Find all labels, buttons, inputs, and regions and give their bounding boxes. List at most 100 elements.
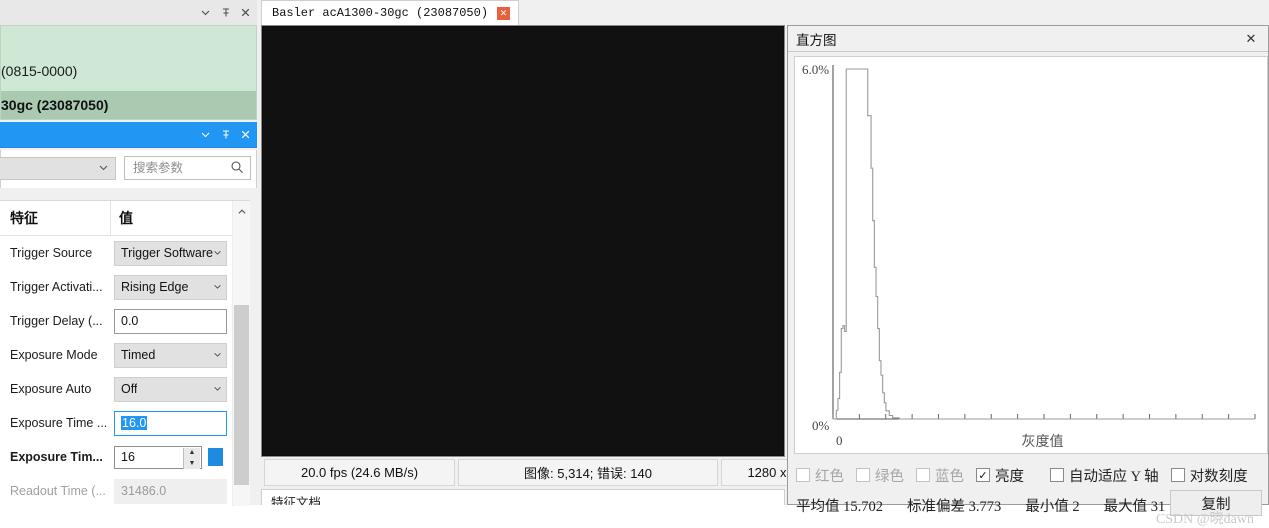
column-header-feature: 特征	[10, 210, 38, 226]
feature-name: Exposure Tim...	[10, 450, 103, 464]
checkbox-box	[916, 468, 930, 482]
camera-image-canvas[interactable]	[261, 25, 785, 457]
search-parameters-box[interactable]	[124, 156, 251, 180]
exposure-time-slider-thumb[interactable]	[208, 448, 223, 466]
trigger-activation-combo[interactable]: Rising Edge	[114, 274, 227, 300]
stepper-up-icon[interactable]: ▲	[189, 449, 196, 456]
stat-mean-label: 平均值	[796, 498, 840, 515]
checkbox-luminance[interactable]: ✓ 亮度	[976, 465, 1024, 486]
search-input[interactable]	[131, 160, 230, 176]
table-row[interactable]: Exposure Auto Off	[0, 372, 250, 406]
chevron-down-icon	[213, 348, 222, 362]
search-icon	[230, 160, 244, 177]
features-panel-header	[0, 122, 257, 148]
feature-value[interactable]: 16 ▲ ▼	[110, 440, 250, 474]
feature-name: Trigger Source	[10, 246, 93, 260]
tab-close-icon[interactable]: ✕	[497, 6, 511, 20]
exposure-time-stepper[interactable]: 16 ▲ ▼	[114, 445, 202, 469]
status-bar: 20.0 fps (24.6 MB/s) 图像: 5,314; 错误: 140 …	[261, 459, 831, 487]
exposure-mode-combo[interactable]: Timed	[114, 342, 227, 368]
histogram-curve	[832, 65, 1256, 420]
table-row: Readout Time (... 31486.0	[0, 474, 250, 508]
device-tree[interactable]: (0815-0000) 30gc (23087050)	[0, 25, 257, 120]
checkbox-label: 蓝色	[935, 468, 964, 485]
scrollbar-thumb[interactable]	[234, 305, 249, 485]
device-panel-header	[0, 0, 257, 26]
checkbox-red[interactable]: 红色	[796, 465, 844, 486]
checkbox-log-scale[interactable]: 对数刻度	[1170, 465, 1248, 486]
tab-label: Basler acA1300-30gc (23087050)	[272, 6, 489, 20]
checkbox-box	[1050, 468, 1064, 482]
chevron-down-icon	[213, 280, 222, 294]
device-tree-item-selected[interactable]: 30gc (23087050)	[1, 91, 256, 119]
feature-value[interactable]: Timed	[110, 338, 250, 372]
feature-name: Trigger Activati...	[10, 280, 103, 294]
table-row[interactable]: Trigger Activati... Rising Edge	[0, 270, 250, 304]
combo-value: Off	[121, 382, 138, 396]
table-row[interactable]: Exposure Time ... 16.0	[0, 406, 250, 440]
readonly-value: 31486.0	[121, 484, 167, 498]
column-header-value: 值	[110, 201, 250, 235]
checkbox-label: 亮度	[995, 468, 1024, 485]
features-scrollbar[interactable]	[232, 201, 250, 506]
image-tabbar: Basler acA1300-30gc (23087050) ✕	[261, 0, 1269, 25]
trigger-source-combo[interactable]: Trigger Software	[114, 240, 227, 266]
device-tree-item-label: 30gc (23087050)	[1, 97, 109, 113]
close-icon[interactable]	[237, 4, 254, 21]
feature-value[interactable]: 16.0	[110, 406, 250, 440]
stat-mean-value: 15.702	[843, 498, 883, 515]
histogram-channel-checkboxes: 红色 绿色 蓝色 ✓ 亮度 自动适应 Y 轴 对数刻度	[796, 463, 1266, 487]
table-row[interactable]: Trigger Delay (... 0.0	[0, 304, 250, 338]
checkbox-label: 自动适应 Y 轴	[1069, 468, 1159, 485]
feature-value: 31486.0	[110, 474, 250, 508]
device-tree-item[interactable]: (0815-0000)	[1, 51, 256, 91]
pin-icon[interactable]	[217, 126, 234, 143]
tab-camera-view[interactable]: Basler acA1300-30gc (23087050) ✕	[261, 0, 520, 25]
left-dock: (0815-0000) 30gc (23087050) 搜索参数 特征 值 Tr…	[0, 0, 257, 508]
chevron-down-icon[interactable]	[197, 126, 214, 143]
close-icon[interactable]: ✕	[1240, 29, 1262, 49]
exposure-time-abs-input[interactable]: 16.0	[114, 410, 227, 436]
checkbox-box	[796, 468, 810, 482]
scroll-up-icon[interactable]	[233, 201, 250, 223]
feature-value[interactable]: Rising Edge	[110, 270, 250, 304]
feature-value[interactable]: Off	[110, 372, 250, 406]
stat-min-value: 2	[1072, 498, 1080, 515]
features-table-header: 特征 值	[0, 201, 250, 236]
table-row[interactable]: Exposure Tim... 16 ▲ ▼	[0, 440, 250, 474]
feature-name: Readout Time (...	[10, 484, 106, 498]
visibility-combo[interactable]	[0, 157, 116, 180]
close-icon[interactable]	[237, 126, 254, 143]
exposure-auto-combo[interactable]: Off	[114, 376, 227, 402]
stepper-buttons[interactable]: ▲ ▼	[183, 447, 200, 469]
stat-mean: 平均值 15.702	[796, 495, 883, 516]
checkbox-box	[1170, 468, 1185, 482]
camera-image	[263, 27, 783, 455]
stat-min-label: 最小值	[1025, 498, 1069, 515]
features-toolbar	[0, 150, 257, 188]
input-value: 0.0	[121, 314, 139, 328]
checkbox-blue[interactable]: 蓝色	[916, 465, 964, 486]
table-row[interactable]: Exposure Mode Timed	[0, 338, 250, 372]
stepper-down-icon[interactable]: ▼	[189, 460, 196, 467]
pin-icon[interactable]	[217, 4, 234, 21]
feature-documentation-label: 特征文档	[271, 496, 322, 505]
histogram-window: 直方图 ✕ 6.0% 0% 0 灰度值 红色 绿色 蓝色 ✓ 亮度 自动适应 Y…	[787, 25, 1269, 527]
checkbox-label: 红色	[815, 468, 844, 485]
checkbox-green[interactable]: 绿色	[856, 465, 904, 486]
table-row[interactable]: Trigger Source Trigger Software	[0, 236, 250, 270]
checkbox-box	[856, 468, 870, 482]
checkbox-box-checked: ✓	[976, 468, 990, 482]
histogram-plot: 6.0% 0% 0 灰度值	[794, 56, 1268, 454]
checkbox-label: 绿色	[875, 468, 904, 485]
feature-value[interactable]: Trigger Software	[110, 236, 250, 270]
trigger-delay-input[interactable]: 0.0	[114, 308, 227, 334]
stat-stddev-value: 3.773	[968, 498, 1002, 515]
combo-value: Timed	[121, 348, 156, 362]
chevron-down-icon[interactable]	[197, 4, 214, 21]
feature-value[interactable]: 0.0	[110, 304, 250, 338]
checkbox-auto-fit-y[interactable]: 自动适应 Y 轴	[1050, 465, 1159, 486]
combo-value: Trigger Software	[121, 246, 213, 260]
features-table: 特征 值 Trigger Source Trigger Software Tri…	[0, 200, 250, 508]
chevron-down-icon	[98, 162, 109, 176]
